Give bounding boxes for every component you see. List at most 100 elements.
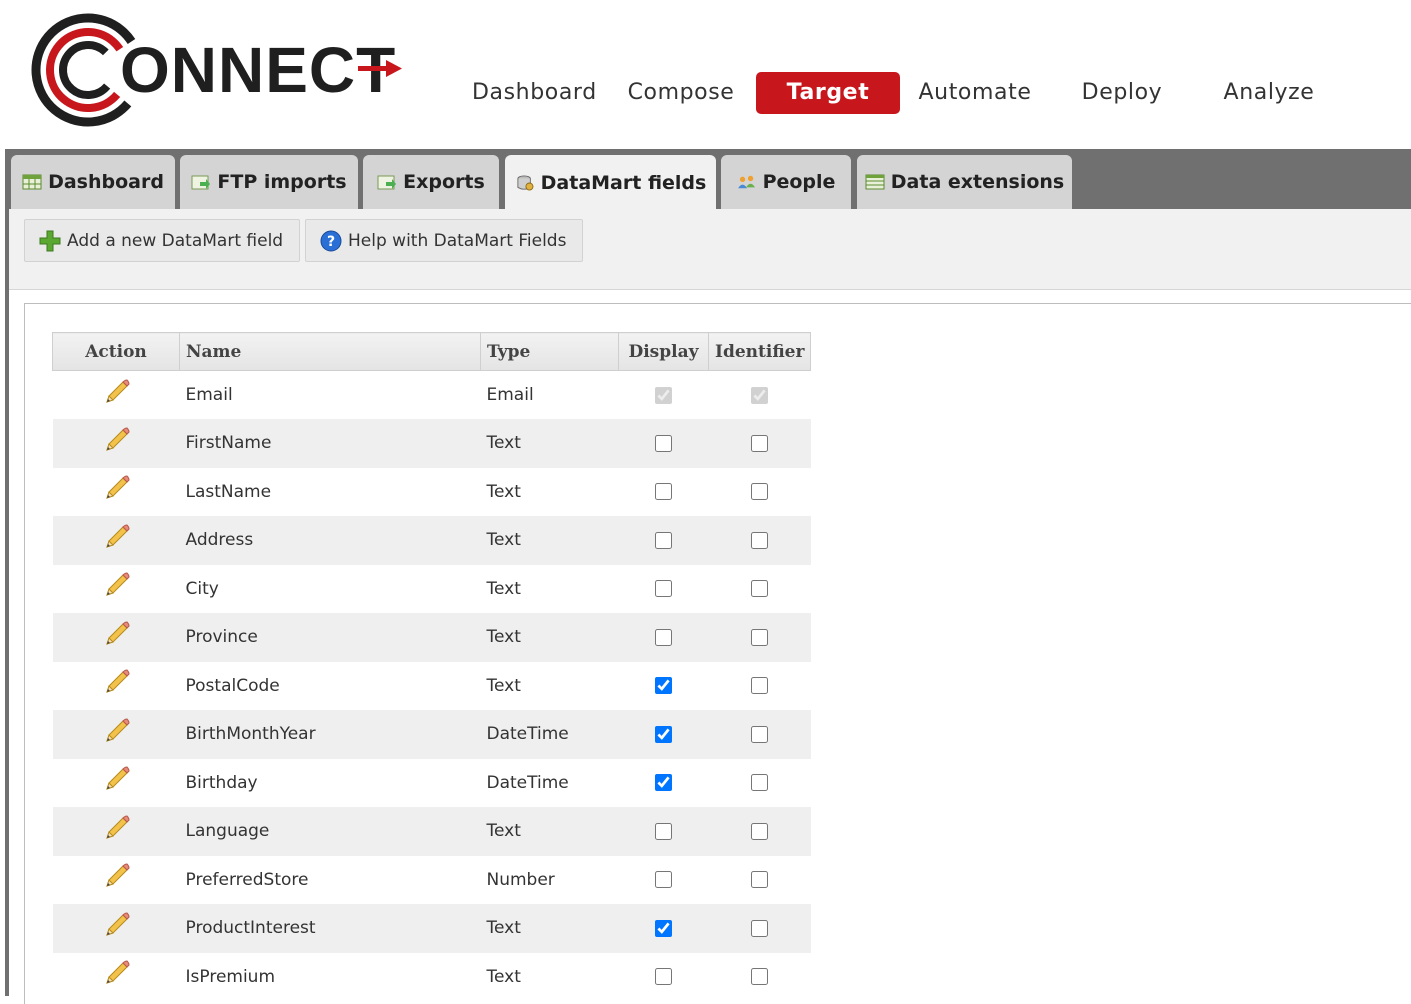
identifier-checkbox[interactable]: [751, 434, 769, 452]
identifier-checkbox[interactable]: [751, 871, 769, 889]
table-row: BirthMonthYear DateTime: [52, 710, 811, 759]
display-checkbox[interactable]: [655, 386, 672, 404]
pencil-edit-icon[interactable]: [101, 765, 131, 795]
display-cell: [618, 467, 709, 516]
identifier-checkbox[interactable]: [751, 725, 769, 743]
tab-exports[interactable]: Exports: [363, 155, 499, 209]
identifier-checkbox[interactable]: [751, 919, 769, 937]
tab-ftp-imports[interactable]: FTP imports: [180, 155, 358, 209]
identifier-checkbox[interactable]: [751, 968, 769, 986]
display-checkbox[interactable]: [655, 580, 672, 598]
connect-logo: ONNECT: [31, 13, 402, 127]
table-row: LastName Text: [52, 467, 811, 516]
header-type[interactable]: Type: [480, 332, 619, 371]
display-checkbox[interactable]: [655, 434, 672, 452]
add-field-button[interactable]: Add a new DataMart field: [24, 219, 300, 262]
display-checkbox[interactable]: [655, 628, 672, 646]
field-name: LastName: [179, 467, 481, 516]
nav-analyze[interactable]: Analyze: [1222, 72, 1316, 114]
pencil-edit-icon[interactable]: [101, 523, 131, 553]
identifier-checkbox[interactable]: [751, 483, 769, 501]
identifier-checkbox[interactable]: [751, 531, 769, 549]
action-cell: [52, 516, 180, 565]
tab-dashboard[interactable]: Dashboard: [11, 155, 175, 209]
display-checkbox[interactable]: [655, 968, 672, 986]
nav-compose[interactable]: Compose: [626, 72, 736, 114]
tab-people[interactable]: People: [721, 155, 851, 209]
display-cell: [618, 370, 709, 419]
svg-text:?: ?: [327, 234, 335, 250]
pencil-edit-icon[interactable]: [101, 668, 131, 698]
table-row: Language Text: [52, 807, 811, 856]
table-row: Birthday DateTime: [52, 758, 811, 807]
pencil-edit-icon[interactable]: [101, 474, 131, 504]
table-row: Province Text: [52, 613, 811, 662]
tab-data-extensions[interactable]: Data extensions: [857, 155, 1072, 209]
identifier-checkbox[interactable]: [751, 774, 769, 792]
action-cell: [52, 807, 180, 856]
identifier-cell: [708, 758, 811, 807]
display-cell: [618, 419, 709, 468]
database-icon: [517, 174, 534, 191]
tab-datamart-fields[interactable]: DataMart fields: [505, 155, 716, 210]
table-row: IsPremium Text: [52, 952, 811, 1001]
nav-target[interactable]: Target: [756, 72, 900, 114]
field-name: PreferredStore: [179, 855, 481, 904]
pencil-edit-icon[interactable]: [101, 378, 131, 408]
nav-dashboard[interactable]: Dashboard: [472, 72, 596, 114]
nav-deploy[interactable]: Deploy: [1078, 72, 1166, 114]
add-field-label: Add a new DataMart field: [67, 230, 284, 251]
field-name: Province: [179, 613, 481, 662]
tab-label: People: [762, 171, 836, 193]
datamart-fields-table: Action Name Type Display Identifier Emai…: [52, 332, 812, 1001]
action-cell: [52, 370, 180, 419]
pencil-edit-icon[interactable]: [101, 862, 131, 892]
tab-label: Exports: [403, 171, 485, 193]
field-name: IsPremium: [179, 952, 481, 1001]
display-cell: [618, 952, 709, 1001]
pencil-edit-icon[interactable]: [101, 814, 131, 844]
plus-icon: [39, 230, 61, 251]
pencil-edit-icon[interactable]: [101, 620, 131, 650]
tab-label: Dashboard: [48, 171, 164, 193]
display-checkbox[interactable]: [655, 919, 672, 937]
action-cell: [52, 710, 180, 759]
pencil-edit-icon[interactable]: [101, 426, 131, 456]
display-checkbox[interactable]: [655, 774, 672, 792]
field-type: Email: [480, 370, 619, 419]
pencil-edit-icon[interactable]: [101, 717, 131, 747]
pencil-edit-icon[interactable]: [101, 571, 131, 601]
display-checkbox[interactable]: [655, 725, 672, 743]
header-action[interactable]: Action: [52, 332, 180, 371]
header-display[interactable]: Display: [618, 332, 709, 371]
pencil-edit-icon[interactable]: [101, 959, 131, 989]
identifier-checkbox[interactable]: [751, 386, 769, 404]
identifier-checkbox[interactable]: [751, 677, 769, 695]
display-cell: [618, 661, 709, 710]
pencil-edit-icon[interactable]: [101, 911, 131, 941]
display-checkbox[interactable]: [655, 822, 672, 840]
nav-automate[interactable]: Automate: [918, 72, 1032, 114]
help-label: Help with DataMart Fields: [348, 230, 567, 251]
identifier-checkbox[interactable]: [751, 580, 769, 598]
help-button[interactable]: ? Help with DataMart Fields: [305, 219, 583, 262]
display-checkbox[interactable]: [655, 531, 672, 549]
field-name: Language: [179, 807, 481, 856]
identifier-cell: [708, 661, 811, 710]
table-row: ProductInterest Text: [52, 904, 811, 953]
table-row: FirstName Text: [52, 419, 811, 468]
identifier-checkbox[interactable]: [751, 822, 769, 840]
table-header-row: Action Name Type Display Identifier: [52, 332, 812, 371]
display-checkbox[interactable]: [655, 483, 672, 501]
display-checkbox[interactable]: [655, 871, 672, 889]
header-name[interactable]: Name: [179, 332, 481, 371]
field-type: Text: [480, 952, 619, 1001]
field-type: Text: [480, 467, 619, 516]
header-identifier[interactable]: Identifier: [707, 332, 812, 371]
toolbar: Add a new DataMart field ? Help with Dat…: [9, 209, 1411, 290]
display-checkbox[interactable]: [655, 677, 672, 695]
field-type: Text: [480, 807, 619, 856]
identifier-checkbox[interactable]: [751, 628, 769, 646]
display-cell: [618, 564, 709, 613]
action-cell: [52, 661, 180, 710]
